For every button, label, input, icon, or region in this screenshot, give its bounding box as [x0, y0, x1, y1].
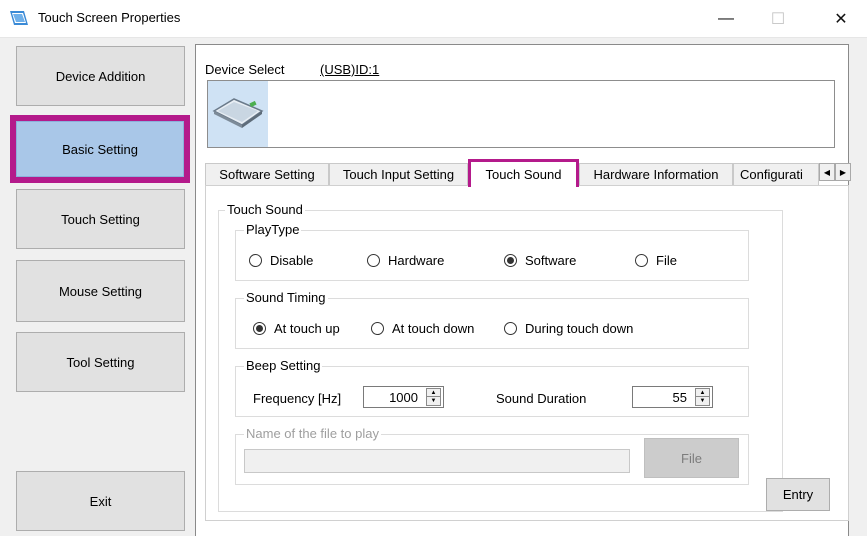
sidebar-item-touch-setting[interactable]: Touch Setting: [16, 189, 185, 249]
touch-panel-icon: [212, 98, 264, 128]
tab-label: Touch Input Setting: [342, 167, 455, 182]
sidebar-item-label: Tool Setting: [66, 354, 135, 370]
radio-button[interactable]: [367, 254, 380, 267]
tab-software-setting[interactable]: Software Setting: [205, 163, 329, 185]
maximize-button[interactable]: ☐: [755, 0, 801, 38]
entry-button-label: Entry: [782, 487, 814, 502]
timing-radio-during-touch-down[interactable]: During touch down: [504, 321, 633, 336]
timing-radio-at-touch-up[interactable]: At touch up: [253, 321, 340, 336]
radio-label: Hardware: [388, 253, 445, 268]
timing-radio-at-touch-down[interactable]: At touch down: [371, 321, 474, 336]
exit-button[interactable]: Exit: [16, 471, 185, 531]
sidebar-item-label: Mouse Setting: [58, 283, 143, 299]
frequency-input[interactable]: [364, 387, 424, 407]
close-button[interactable]: ✕: [818, 0, 864, 38]
spin-down-icon[interactable]: ▼: [696, 397, 709, 405]
sidebar-item-basic-setting[interactable]: Basic Setting: [10, 115, 190, 183]
radio-label: File: [656, 253, 677, 268]
device-select-label: Device Select: [205, 62, 285, 77]
chevron-left-icon[interactable]: ◀: [819, 163, 835, 181]
radio-label: During touch down: [525, 321, 634, 336]
frequency-stepper[interactable]: ▲ ▼: [363, 386, 444, 408]
device-item[interactable]: [208, 81, 268, 147]
playtype-radio-disable[interactable]: Disable: [249, 253, 313, 268]
radio-label: At touch down: [392, 321, 475, 336]
spin-up-icon[interactable]: ▲: [427, 389, 440, 397]
tab-label: Configurati: [740, 167, 803, 182]
spin-down-icon[interactable]: ▼: [427, 397, 440, 405]
device-list[interactable]: [207, 80, 835, 148]
radio-label: Software: [525, 253, 577, 268]
sound-timing-group: Sound Timing At touch up At touch down D…: [235, 290, 749, 349]
sidebar-item-selected-fill: Basic Setting: [16, 121, 184, 177]
sidebar-item-label: Basic Setting: [62, 141, 138, 157]
radio-button-selected[interactable]: [504, 254, 517, 267]
playtype-group-label: PlayType: [244, 222, 302, 237]
duration-spin-buttons[interactable]: ▲ ▼: [695, 388, 710, 406]
entry-button[interactable]: Entry: [766, 478, 830, 511]
file-browse-button-label: File: [681, 450, 702, 466]
spin-up-icon[interactable]: ▲: [696, 389, 709, 397]
device-id-link[interactable]: (USB)ID:1: [320, 62, 379, 77]
radio-label: Disable: [270, 253, 314, 268]
beep-setting-group-label: Beep Setting: [244, 358, 323, 373]
tab-page-touch-sound: Touch Sound PlayType Disable Hardware So…: [205, 185, 849, 521]
exit-button-label: Exit: [89, 493, 112, 509]
sound-duration-input[interactable]: [633, 387, 693, 407]
touch-sound-group: Touch Sound PlayType Disable Hardware So…: [218, 202, 783, 512]
sidebar-item-label: Device Addition: [55, 68, 146, 84]
sound-timing-group-label: Sound Timing: [244, 290, 328, 305]
sidebar-item-device-addition[interactable]: Device Addition: [16, 46, 185, 106]
playtype-radio-hardware[interactable]: Hardware: [367, 253, 444, 268]
tab-hardware-information[interactable]: Hardware Information: [579, 163, 733, 185]
window-title: Touch Screen Properties: [38, 10, 181, 25]
radio-label: At touch up: [274, 321, 340, 336]
radio-button[interactable]: [249, 254, 262, 267]
tab-strip: Software Setting Touch Input Setting Tou…: [205, 159, 851, 187]
tab-touch-sound[interactable]: Touch Sound: [468, 159, 579, 187]
frequency-spin-buttons[interactable]: ▲ ▼: [426, 388, 441, 406]
playtype-radio-software[interactable]: Software: [504, 253, 576, 268]
sidebar-item-tool-setting[interactable]: Tool Setting: [16, 332, 185, 392]
file-browse-button[interactable]: File: [644, 438, 739, 478]
touch-sound-group-label: Touch Sound: [225, 202, 305, 217]
playtype-radio-file[interactable]: File: [635, 253, 677, 268]
tab-configuration[interactable]: Configurati: [733, 163, 819, 185]
chevron-right-icon[interactable]: ▶: [835, 163, 851, 181]
tab-touch-input-setting[interactable]: Touch Input Setting: [329, 163, 468, 185]
file-to-play-group-label: Name of the file to play: [244, 426, 381, 441]
tab-label: Hardware Information: [593, 167, 719, 182]
file-name-field[interactable]: [244, 449, 630, 473]
radio-button[interactable]: [635, 254, 648, 267]
sound-duration-label: Sound Duration: [496, 391, 587, 406]
radio-button-selected[interactable]: [253, 322, 266, 335]
tab-label: Software Setting: [219, 167, 315, 182]
radio-button[interactable]: [504, 322, 517, 335]
title-bar: Touch Screen Properties — ☐ ✕: [0, 0, 867, 38]
radio-button[interactable]: [371, 322, 384, 335]
tab-label: Touch Sound: [485, 167, 562, 182]
app-icon: [10, 11, 28, 25]
sidebar-item-mouse-setting[interactable]: Mouse Setting: [16, 260, 185, 322]
file-to-play-group: Name of the file to play File: [235, 426, 749, 485]
sound-duration-stepper[interactable]: ▲ ▼: [632, 386, 713, 408]
playtype-group: PlayType Disable Hardware Software File: [235, 222, 749, 281]
frequency-label: Frequency [Hz]: [253, 391, 342, 406]
beep-setting-group: Beep Setting Frequency [Hz] ▲ ▼ Sound Du…: [235, 358, 749, 417]
minimize-button[interactable]: —: [703, 0, 749, 38]
sidebar-item-label: Touch Setting: [61, 211, 140, 227]
